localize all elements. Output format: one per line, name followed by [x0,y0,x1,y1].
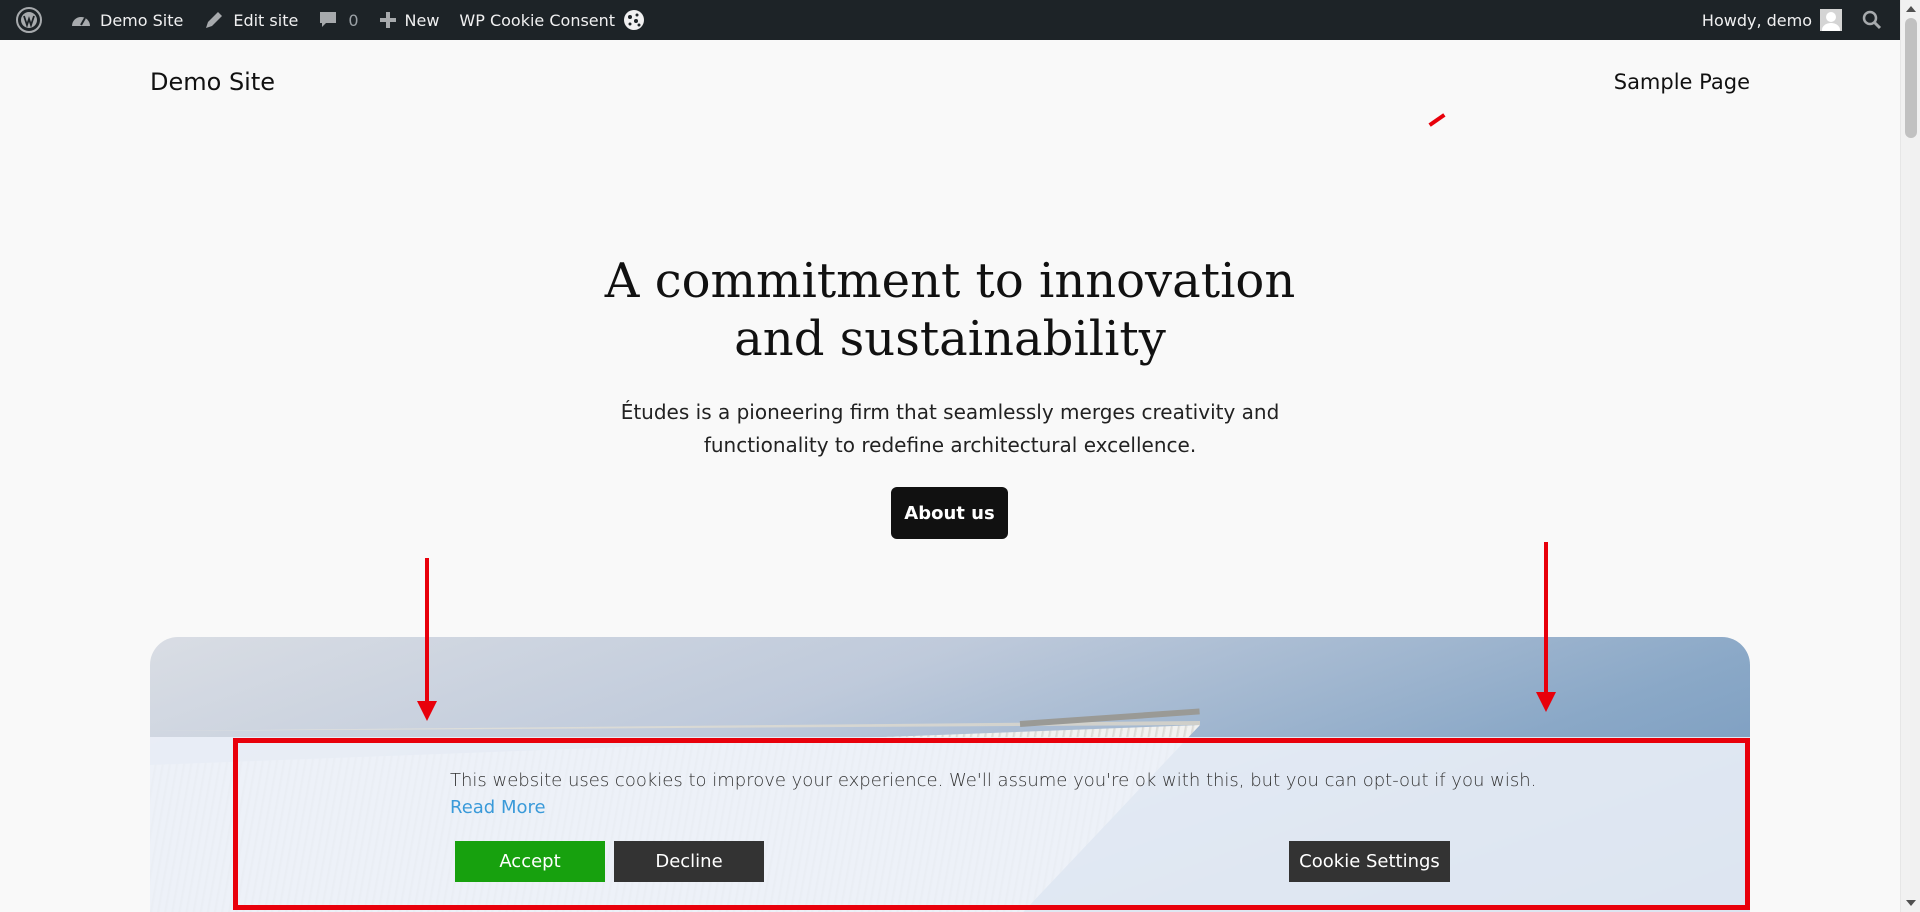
new-content-menu[interactable]: New [369,0,450,40]
comments-count: 0 [348,10,359,30]
edit-icon [206,12,223,28]
admin-bar-right: Howdy, demo [1692,0,1900,40]
hero-description-line-1: Études is a pioneering firm that seamles… [620,400,1280,424]
hero-title-line-2: and sustainability [734,311,1166,367]
decline-button[interactable]: Decline [614,841,764,882]
cookie-settings-button[interactable]: Cookie Settings [1289,841,1450,882]
search-icon [1862,10,1882,30]
nav-sample-page[interactable]: Sample Page [1614,70,1750,94]
admin-bar: Demo Site Edit site 0 New WP Cookie Cons… [0,0,1900,40]
scroll-down-arrow[interactable] [1906,900,1916,906]
hero-title: A commitment to innovation and sustainab… [500,252,1400,368]
my-account-menu[interactable]: Howdy, demo [1692,0,1852,40]
hero-description: Études is a pioneering firm that seamles… [580,396,1320,462]
site-name-label: Demo Site [100,10,184,30]
cookie-banner [150,737,1750,912]
site-name-menu[interactable]: Demo Site [60,0,193,40]
cookie-message: This website uses cookies to improve you… [450,770,1537,791]
cookie-consent-label: WP Cookie Consent [459,10,616,30]
scrollbar-thumb[interactable] [1905,18,1917,138]
page-scrollbar[interactable] [1900,0,1920,912]
about-us-button[interactable]: About us [891,487,1008,539]
wordpress-icon [16,7,42,33]
cookie-icon [624,10,645,30]
edit-site-menu[interactable]: Edit site [193,0,308,40]
accept-button[interactable]: Accept [455,841,605,882]
howdy-label: Howdy, demo [1701,10,1812,30]
comment-icon [320,12,337,27]
annotation-tick [1428,113,1446,127]
edit-site-label: Edit site [233,10,299,30]
admin-search[interactable] [1852,0,1900,40]
hero-title-line-1: A commitment to innovation [604,253,1296,309]
new-label: New [404,10,440,30]
scroll-up-arrow[interactable] [1906,6,1916,12]
admin-bar-left: Demo Site Edit site 0 New WP Cookie Cons… [0,0,663,40]
dashboard-icon [72,17,90,26]
avatar [1820,9,1842,31]
annotation-arrow-left [417,558,437,721]
comments-menu[interactable]: 0 [308,0,368,40]
cookie-consent-menu[interactable]: WP Cookie Consent [449,0,663,40]
wordpress-menu[interactable] [6,0,60,40]
site-title[interactable]: Demo Site [150,68,275,96]
hero-description-line-2: functionality to redefine architectural … [703,433,1197,457]
plus-icon [379,12,396,28]
cookie-read-more-link[interactable]: Read More [450,797,546,818]
annotation-arrow-right [1536,542,1556,712]
